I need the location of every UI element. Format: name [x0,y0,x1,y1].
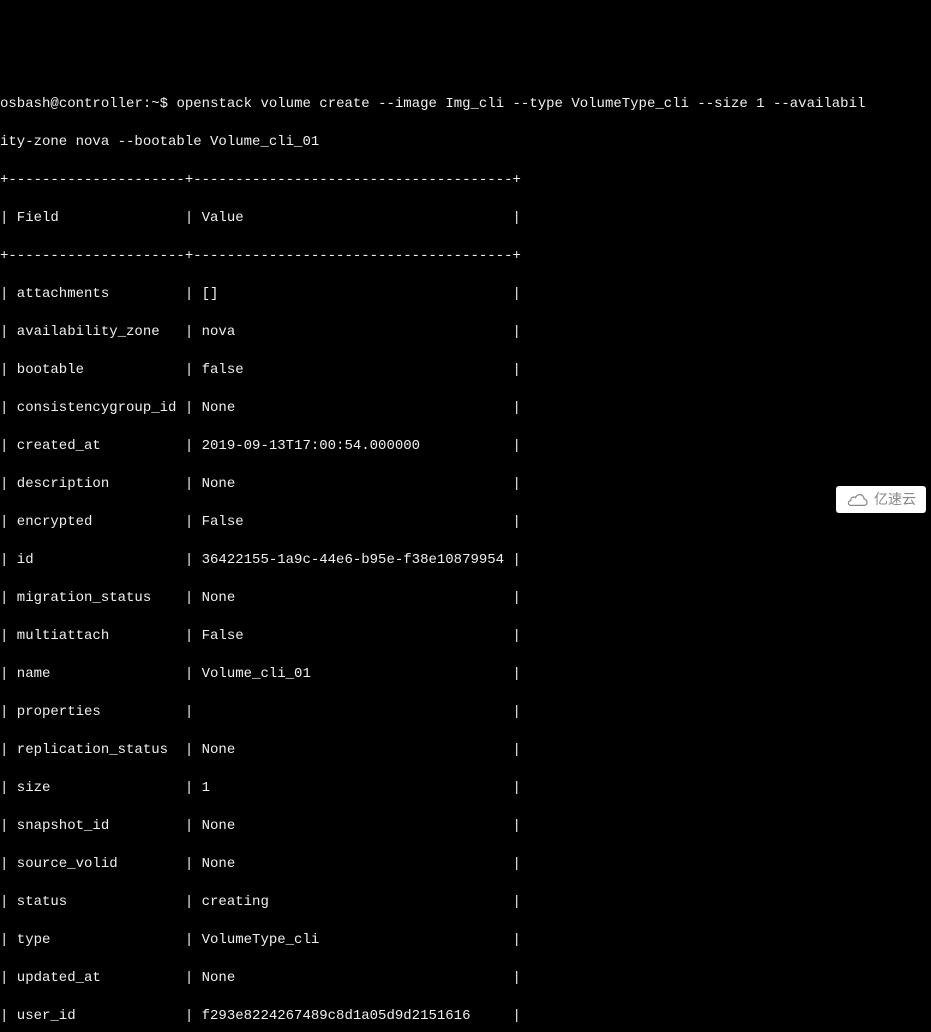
table-row: | source_volid | None | [0,855,931,874]
terminal-output[interactable]: osbash@controller:~$ openstack volume cr… [0,76,931,1032]
table-row: | status | creating | [0,893,931,912]
table-row: | multiattach | False | [0,627,931,646]
table-row: | updated_at | None | [0,969,931,988]
command-line-2: ity-zone nova --bootable Volume_cli_01 [0,133,931,152]
prompt-at: @ [50,96,58,112]
watermark-text: 亿速云 [874,490,916,509]
prompt-dollar: $ [160,96,177,112]
prompt-path: ~ [151,96,159,112]
table-row: | consistencygroup_id | None | [0,399,931,418]
table-row: | bootable | false | [0,361,931,380]
table-row: | created_at | 2019-09-13T17:00:54.00000… [0,437,931,456]
table-border-top: +---------------------+-----------------… [0,171,931,190]
table-row: | replication_status | None | [0,741,931,760]
table-border-mid: +---------------------+-----------------… [0,247,931,266]
table-row: | user_id | f293e8224267489c8d1a05d9d215… [0,1007,931,1026]
table-row: | migration_status | None | [0,589,931,608]
table-row: | size | 1 | [0,779,931,798]
prompt-host: controller [59,96,143,112]
prompt-user: osbash [0,96,50,112]
table-row: | attachments | [] | [0,285,931,304]
table-row: | type | VolumeType_cli | [0,931,931,950]
table-row: | snapshot_id | None | [0,817,931,836]
table-row: | properties | | [0,703,931,722]
table-row: | description | None | [0,475,931,494]
command-line-1: osbash@controller:~$ openstack volume cr… [0,95,931,114]
table-row: | name | Volume_cli_01 | [0,665,931,684]
table-header: | Field | Value | [0,209,931,228]
cloud-icon [846,492,870,508]
watermark-badge: 亿速云 [836,486,926,513]
prompt-colon: : [143,96,151,112]
command-text: openstack volume create --image Img_cli … [176,96,865,112]
table-row: | availability_zone | nova | [0,323,931,342]
table-row: | id | 36422155-1a9c-44e6-b95e-f38e10879… [0,551,931,570]
